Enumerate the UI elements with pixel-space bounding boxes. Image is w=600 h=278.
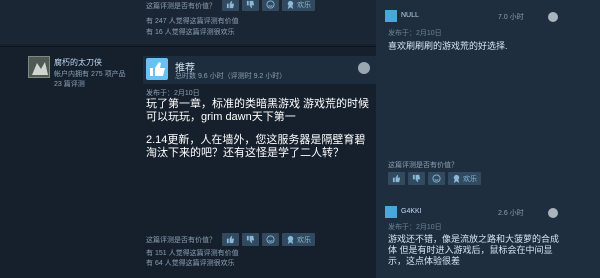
award-label: 欢乐 [297, 236, 311, 244]
vote-no-button[interactable] [242, 0, 259, 11]
stat-helpful: 有 151 人觉得这篇评测有价值 [146, 250, 239, 257]
short-review: NULL 7.0 小时 发布于：2月10日 喜欢刷刷刷的游戏荒的好选择. 这篇评… [376, 0, 600, 200]
previous-review-footer: 这篇评测是否有价值？ 欢乐 有 247 人觉得这篇评测有价值 有 16 人觉得这… [0, 0, 376, 44]
vote-buttons: 欢乐 [388, 172, 484, 185]
thumbs-up-icon [392, 174, 401, 183]
vote-buttons: 欢乐 [222, 0, 318, 11]
review-text: 游戏还不错，像是流放之路和大菠萝的合成体 但是有时进入游戏后，鼠标会在中间显示，… [388, 234, 560, 266]
vote-yes-button[interactable] [222, 0, 239, 11]
smile-icon [266, 0, 275, 9]
reviews-side-column: NULL 7.0 小时 发布于：2月10日 喜欢刷刷刷的游戏荒的好选择. 这篇评… [376, 0, 600, 278]
reviews-main-column: 这篇评测是否有价值？ 欢乐 有 247 人觉得这篇评测有价值 有 16 人觉得这… [0, 0, 376, 278]
playtime: 总时数 9.6 小时（评测时 9.2 小时） [175, 73, 287, 80]
award-label: 欢乐 [463, 175, 477, 183]
smile-icon [266, 235, 275, 244]
avatar-image-icon [29, 57, 49, 77]
author-name[interactable]: 腐朽的太刀侠 [54, 57, 102, 68]
avatar[interactable] [385, 206, 397, 218]
short-review: G4KKI 2.6 小时 发布于：2月10日 游戏还不错，像是流放之路和大菠萝的… [376, 200, 600, 278]
award-button[interactable]: 欢乐 [282, 233, 315, 246]
posted-date: 发布于：2月10日 [388, 30, 442, 37]
smile-icon [432, 174, 441, 183]
helpful-prompt: 这篇评测是否有价值？ [146, 3, 216, 10]
steam-logo-icon [548, 208, 558, 218]
vote-funny-button[interactable] [262, 233, 279, 246]
award-button[interactable]: 欢乐 [282, 0, 315, 11]
playtime: 7.0 小时 [498, 14, 524, 21]
thumbs-down-icon [246, 0, 255, 9]
thumbs-up-icon [226, 235, 235, 244]
recommendation-header[interactable]: 推荐 总时数 9.6 小时（评测时 9.2 小时） [143, 56, 376, 84]
review-text: 喜欢刷刷刷的游戏荒的好选择. [388, 41, 508, 51]
vote-no-button[interactable] [408, 172, 425, 185]
stat-funny: 有 16 人觉得这篇评测很欢乐 [146, 29, 235, 36]
steam-logo-icon [548, 12, 558, 22]
posted-date: 发布于：2月10日 [146, 90, 200, 97]
award-icon [287, 235, 294, 244]
reviewer-name[interactable]: NULL [401, 12, 419, 19]
award-icon [287, 0, 294, 9]
vote-funny-button[interactable] [428, 172, 445, 185]
helpful-prompt: 这篇评测是否有价值？ [146, 236, 216, 244]
playtime: 2.6 小时 [498, 210, 524, 217]
author-product-count[interactable]: 帐户内拥有 275 项产品 [54, 69, 126, 79]
award-label: 欢乐 [297, 1, 311, 9]
stat-helpful: 有 247 人觉得这篇评测有价值 [146, 18, 239, 25]
divider [0, 46, 376, 47]
steam-logo-icon [358, 62, 370, 74]
review-paragraph: 玩了第一章，标准的类暗黑游戏 游戏荒的时候可以玩玩，grim dawn天下第一 [146, 98, 370, 123]
reviewer-name[interactable]: G4KKI [401, 208, 422, 215]
vote-funny-button[interactable] [262, 0, 279, 11]
posted-date: 发布于：2月10日 [388, 224, 442, 231]
award-icon [453, 174, 460, 183]
avatar[interactable] [28, 56, 50, 78]
thumbs-up-icon [226, 0, 235, 9]
author-review-count[interactable]: 23 篇评测 [54, 79, 85, 89]
review-text: 玩了第一章，标准的类暗黑游戏 游戏荒的时候可以玩玩，grim dawn天下第一 … [146, 98, 372, 170]
review-footer: 这篇评测是否有价值？ 欢乐 有 151 人觉得这篇评测有价值 有 64 人觉得这… [146, 233, 376, 268]
thumbs-down-icon [246, 235, 255, 244]
review-paragraph: 2.14更新，人在墙外，您这服务器是隔壁育碧淘汰下来的吧？还有这怪是学了二人转？ [146, 134, 366, 159]
recommended-thumb-icon [146, 58, 168, 80]
thumbs-down-icon [412, 174, 421, 183]
award-button[interactable]: 欢乐 [448, 172, 481, 185]
vote-yes-button[interactable] [388, 172, 405, 185]
avatar[interactable] [385, 10, 397, 22]
vote-yes-button[interactable] [222, 233, 239, 246]
stat-funny: 有 64 人觉得这篇评测很欢乐 [146, 260, 235, 267]
vote-no-button[interactable] [242, 233, 259, 246]
helpful-prompt: 这篇评测是否有价值？ [388, 162, 458, 169]
